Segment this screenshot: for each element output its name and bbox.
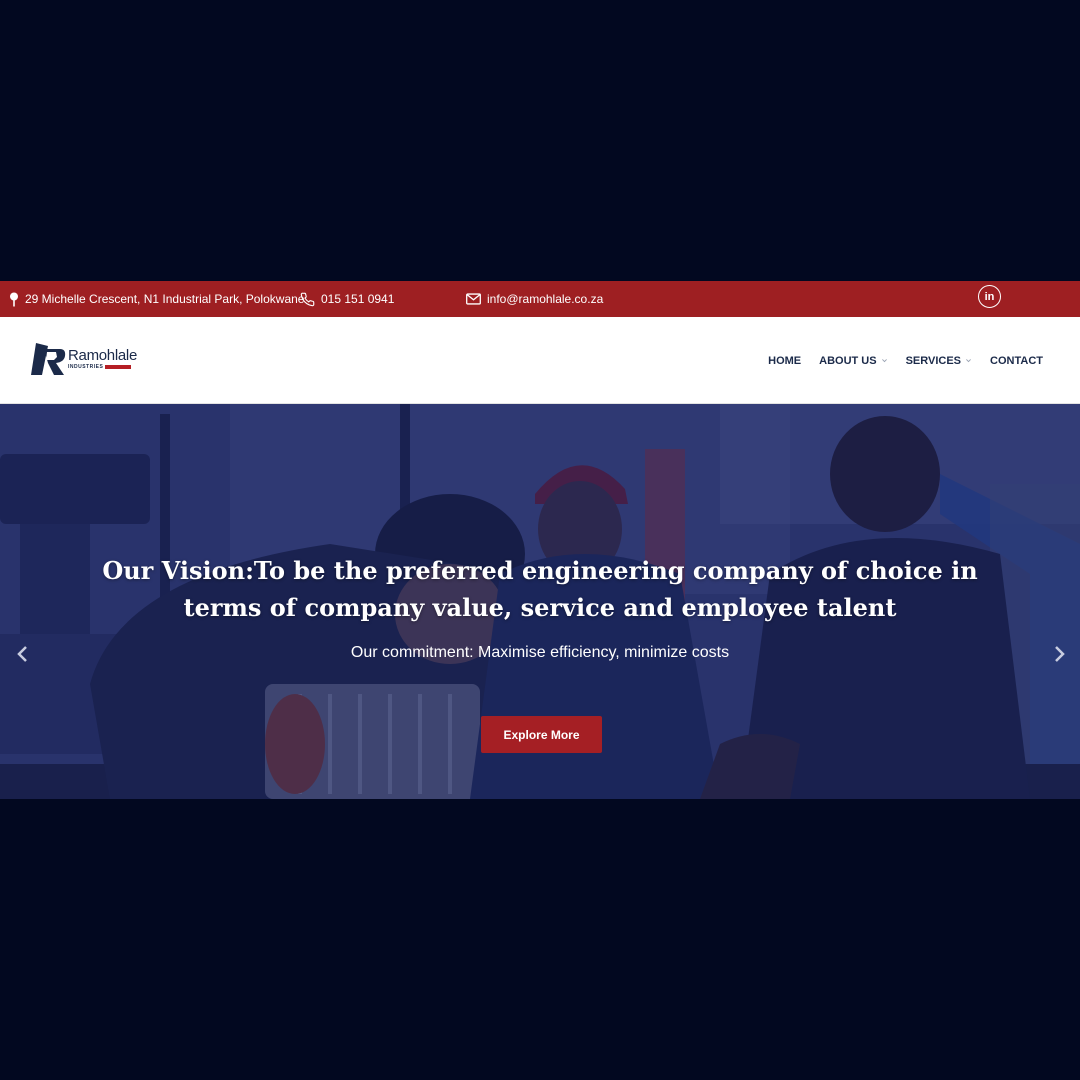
chevron-right-icon xyxy=(1055,646,1065,662)
chevron-left-icon xyxy=(17,646,27,662)
linkedin-label: in xyxy=(984,290,995,303)
mail-icon xyxy=(466,293,481,305)
explore-more-button[interactable]: Explore More xyxy=(481,716,602,753)
top-contact-bar: 29 Michelle Crescent, N1 Industrial Park… xyxy=(0,281,1080,317)
hero-title: Our Vision:To be the preferred engineeri… xyxy=(102,556,978,622)
chevron-down-icon xyxy=(881,359,887,363)
slider-next-button[interactable] xyxy=(1050,642,1070,666)
chevron-down-icon xyxy=(966,359,971,363)
nav-about-us-label: ABOUT US xyxy=(819,354,877,367)
phone-text: 015 151 0941 xyxy=(321,292,395,306)
nav-about-us[interactable]: ABOUT US xyxy=(819,355,887,367)
logo-r-mark-icon xyxy=(31,343,66,375)
hero-subtitle: Our commitment: Maximise efficiency, min… xyxy=(350,644,730,661)
main-nav: HOME ABOUT US SERVICES CONTACT xyxy=(768,317,1043,404)
logo[interactable]: Ramohlale INDUSTRIES xyxy=(30,341,137,377)
linkedin-icon[interactable]: in xyxy=(978,285,1001,308)
email-item[interactable]: info@ramohlale.co.za xyxy=(466,281,603,317)
logo-subtitle-row: INDUSTRIES xyxy=(68,364,137,370)
site-header: Ramohlale INDUSTRIES HOME ABOUT US SERVI… xyxy=(0,317,1080,404)
nav-home-label: HOME xyxy=(768,354,802,367)
logo-name: Ramohlale xyxy=(68,347,138,364)
phone-item[interactable]: 015 151 0941 xyxy=(300,281,394,317)
nav-contact[interactable]: CONTACT xyxy=(990,355,1043,367)
logo-red-bar xyxy=(105,365,132,369)
nav-home[interactable]: HOME xyxy=(768,355,801,367)
address-item: 29 Michelle Crescent, N1 Industrial Park… xyxy=(9,281,304,317)
nav-services[interactable]: SERVICES xyxy=(906,355,972,367)
nav-services-label: SERVICES xyxy=(905,354,962,367)
hero-slider: Our Vision:To be the preferred engineeri… xyxy=(0,404,1080,799)
email-text: info@ramohlale.co.za xyxy=(487,292,604,306)
logo-subtitle: INDUSTRIES xyxy=(68,364,104,370)
website-frame: 29 Michelle Crescent, N1 Industrial Park… xyxy=(0,281,1080,799)
logo-text: Ramohlale INDUSTRIES xyxy=(68,348,137,370)
phone-icon xyxy=(300,292,315,306)
slider-prev-button[interactable] xyxy=(12,642,32,666)
nav-contact-label: CONTACT xyxy=(990,354,1043,367)
map-pin-icon xyxy=(10,292,18,306)
address-text: 29 Michelle Crescent, N1 Industrial Park… xyxy=(25,292,305,306)
